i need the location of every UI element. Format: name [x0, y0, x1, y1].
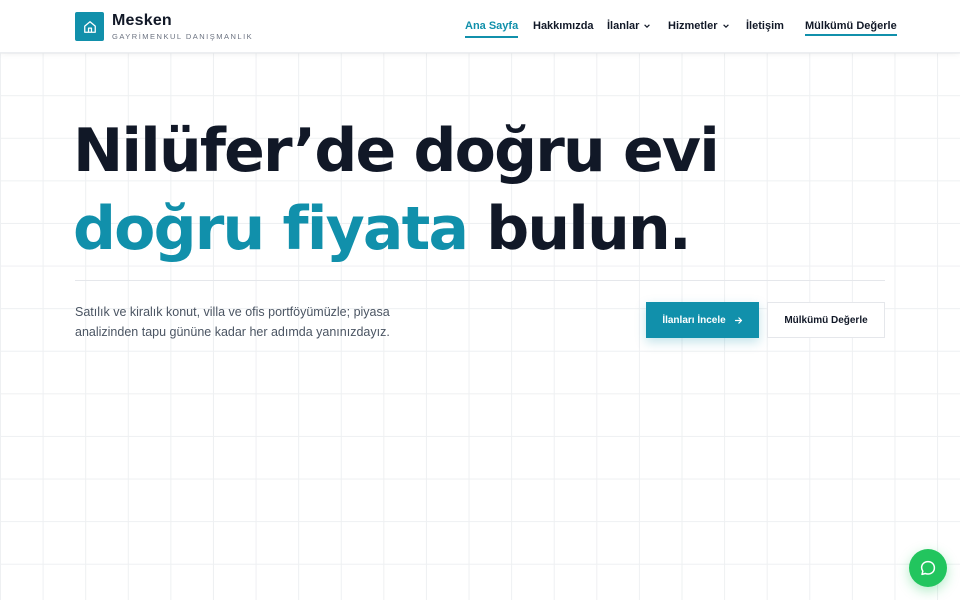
nav-cta-label: Mülkümü Değerle: [805, 20, 897, 32]
active-underline: [465, 36, 519, 38]
nav-item-label: İletişim: [746, 20, 784, 32]
browse-listings-label: İlanları İncele: [662, 314, 726, 326]
chevron-down-icon: [722, 24, 729, 29]
hero-title-line2: bulun.: [467, 194, 691, 264]
brand-subtitle: GAYRİMENKUL DANIŞMANLIK: [112, 32, 254, 41]
home-icon: [83, 20, 96, 33]
nav-item-listings[interactable]: İlanlar: [607, 20, 651, 32]
hero-title-line1: Nilüfer’de doğru evi: [73, 116, 720, 186]
cta-underline: [805, 34, 897, 36]
nav-item-contact[interactable]: İletişim: [746, 20, 784, 32]
value-property-label: Mülkümü Değerle: [784, 314, 868, 326]
browse-listings-button[interactable]: İlanları İncele: [646, 302, 759, 338]
nav-item-label: Ana Sayfa: [465, 20, 519, 32]
nav-item-label: Hizmetler: [668, 20, 718, 32]
nav-item-label: İlanlar: [607, 20, 640, 32]
nav-item-about[interactable]: Hakkımızda: [533, 20, 594, 32]
nav-item-label: Hakkımızda: [533, 20, 594, 32]
nav-item-services[interactable]: Hizmetler: [668, 20, 730, 32]
nav-cta-valuation[interactable]: Mülkümü Değerle: [805, 20, 897, 36]
value-property-button[interactable]: Mülkümü Değerle: [767, 302, 885, 338]
logo[interactable]: [75, 12, 104, 41]
arrow-right-icon: [734, 316, 742, 324]
nav-item-home[interactable]: Ana Sayfa: [465, 20, 519, 38]
chat-button[interactable]: [909, 549, 947, 587]
site-header: Mesken GAYRİMENKUL DANIŞMANLIK Ana Sayfa…: [0, 0, 960, 53]
hero-title-accent: doğru fiyata: [73, 194, 469, 264]
hero-title: Nilüfer’de doğru evi doğru fiyata bulun.: [73, 112, 720, 268]
chat-bubble-icon: [920, 560, 936, 576]
hero-divider: [75, 280, 885, 281]
brand-name[interactable]: Mesken: [112, 12, 172, 30]
chevron-down-icon: [644, 24, 651, 29]
hero-description: Satılık ve kiralık konut, villa ve ofis …: [75, 305, 390, 339]
